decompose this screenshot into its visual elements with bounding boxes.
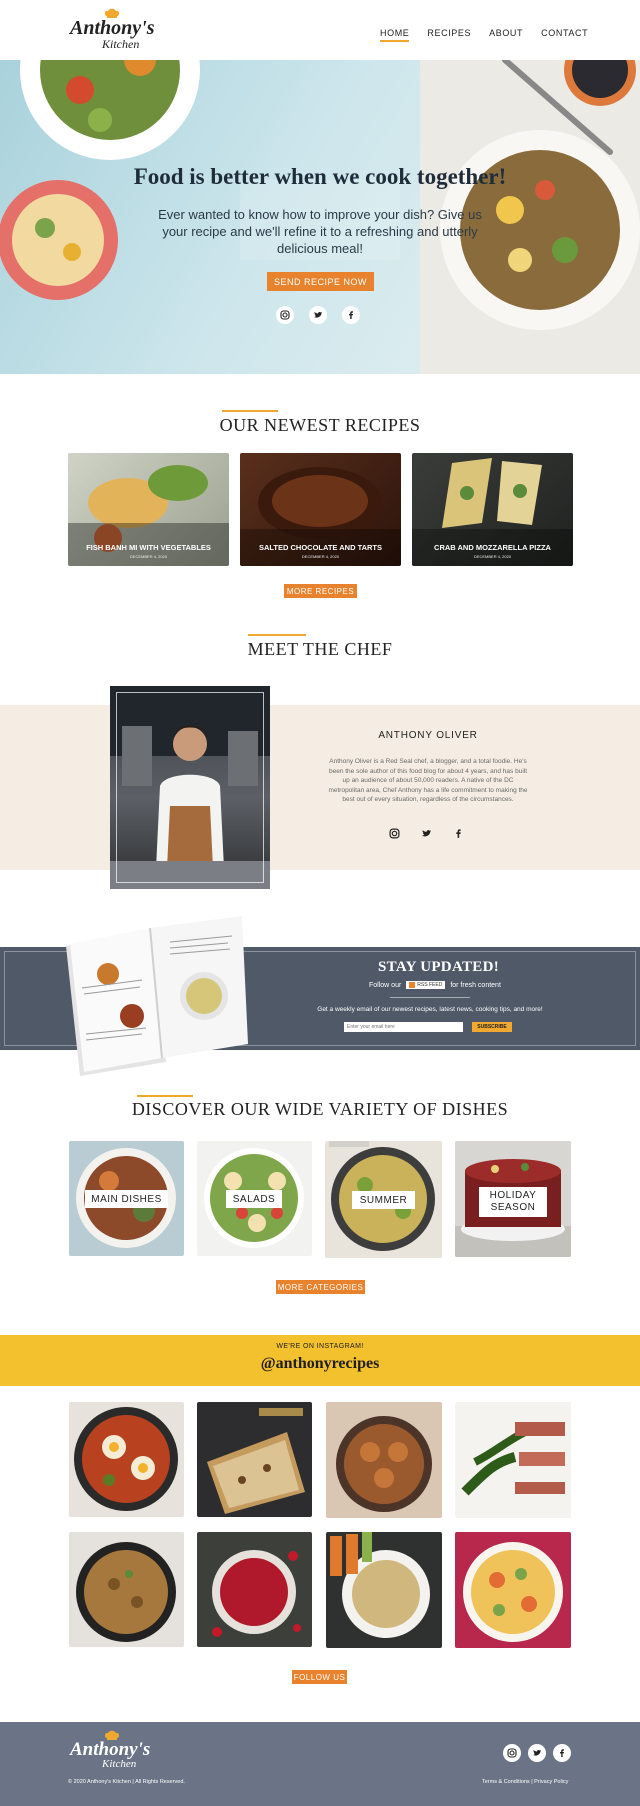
logo[interactable]: Anthony's Kitchen (68, 8, 158, 52)
newsletter-divider (390, 997, 470, 998)
more-categories-button[interactable]: MORE CATEGORIES (276, 1280, 365, 1294)
send-recipe-button[interactable]: SEND RECIPE NOW (267, 272, 374, 291)
rss-icon (409, 982, 416, 988)
chef-social (386, 825, 466, 841)
recipe-card[interactable]: FISH BANH MI WITH VEGETABLES DECEMBER 4,… (68, 453, 229, 566)
instagram-photo[interactable] (455, 1532, 571, 1648)
instagram-icon[interactable] (386, 825, 402, 841)
follow-suffix: for fresh content (450, 981, 501, 989)
category-label: MAIN DISHES (85, 1190, 168, 1208)
newsletter-follow: Follow our RSS FEED for fresh content (369, 981, 501, 989)
site-header: Anthony's Kitchen HOME RECIPES ABOUT CON… (0, 0, 640, 60)
recipe-name: CRAB AND MOZZARELLA PIZZA (434, 543, 551, 552)
hero-title: Food is better when we cook together! (133, 164, 507, 189)
hero: Food is better when we cook together! Ev… (0, 60, 640, 374)
rss-badge[interactable]: RSS FEED (406, 981, 446, 989)
recipe-date: DECEMBER 4, 2020 (301, 554, 340, 559)
nav-about[interactable]: ABOUT (489, 28, 523, 38)
facebook-icon[interactable] (342, 306, 360, 324)
nav-contact[interactable]: CONTACT (541, 28, 588, 38)
chef-name: ANTHONY OLIVER (378, 730, 478, 741)
footer-social (503, 1744, 571, 1762)
footer-logo[interactable]: Anthony's Kitchen (68, 1730, 158, 1772)
newest-title: OUR NEWEST RECIPES (219, 415, 421, 435)
footer-links[interactable]: Terms & Conditions | Privacy Policy (482, 1779, 568, 1785)
dishes-rule (137, 1095, 193, 1097)
twitter-icon[interactable] (418, 825, 434, 841)
chef-bio: Anthony Oliver is a Red Seal chef, a blo… (328, 758, 528, 803)
newsletter-title: STAY UPDATED! (378, 959, 499, 975)
recipe-name: FISH BANH MI WITH VEGETABLES (86, 543, 211, 552)
recipe-date: DECEMBER 4, 2020 (129, 554, 168, 559)
email-input[interactable] (344, 1022, 463, 1032)
chef-section-title: MEET THE CHEF (247, 639, 393, 659)
logo-line2: Kitchen (102, 37, 140, 51)
instagram-icon[interactable] (503, 1744, 521, 1762)
follow-prefix: Follow our (369, 981, 402, 989)
site-footer: Anthony's Kitchen © 2020 Anthony's Kitch… (0, 1722, 640, 1806)
instagram-handle[interactable]: @anthonyrecipes (0, 1355, 640, 1373)
facebook-icon[interactable] (450, 825, 466, 841)
category-label: SUMMER (352, 1191, 415, 1209)
rss-badge-label: RSS FEED (417, 982, 443, 988)
newest-rule (222, 410, 278, 412)
instagram-photo[interactable] (69, 1402, 184, 1517)
category-tile[interactable]: MAIN DISHES (69, 1141, 184, 1256)
nav-home[interactable]: HOME (380, 28, 410, 42)
instagram-photo[interactable] (326, 1402, 442, 1518)
nav-home-label: HOME (380, 28, 410, 38)
dishes-title: DISCOVER OUR WIDE VARIETY OF DISHES (131, 1099, 509, 1119)
follow-us-button[interactable]: FOLLOW US (292, 1670, 347, 1684)
chef-photo (110, 686, 270, 889)
hero-subtitle: Ever wanted to know how to improve your … (158, 207, 482, 256)
cookbook-image (62, 916, 252, 1076)
recipe-name: SALTED CHOCOLATE AND TARTS (258, 543, 383, 552)
hero-social (276, 306, 360, 324)
recipe-card[interactable]: CRAB AND MOZZARELLA PIZZA DECEMBER 4, 20… (412, 453, 573, 566)
instagram-photo[interactable] (326, 1532, 442, 1648)
category-label: SALADS (226, 1190, 282, 1208)
twitter-icon[interactable] (309, 306, 327, 324)
nav-active-underline (380, 40, 410, 42)
recipe-card[interactable]: SALTED CHOCOLATE AND TARTS DECEMBER 4, 2… (240, 453, 401, 566)
instagram-icon[interactable] (276, 306, 294, 324)
category-tile[interactable]: SALADS (197, 1141, 312, 1256)
category-label: HOLIDAY SEASON (479, 1187, 547, 1217)
facebook-icon[interactable] (553, 1744, 571, 1762)
instagram-photo[interactable] (197, 1532, 312, 1647)
twitter-icon[interactable] (528, 1744, 546, 1762)
instagram-photo[interactable] (455, 1402, 571, 1518)
recipe-date: DECEMBER 4, 2020 (473, 554, 512, 559)
category-tile[interactable]: HOLIDAY SEASON (455, 1141, 571, 1257)
footer-copyright: © 2020 Anthony's Kitchen | All Rights Re… (68, 1779, 185, 1785)
newsletter-description: Get a weekly email of our newest recipes… (317, 1006, 543, 1013)
instagram-photo[interactable] (69, 1532, 184, 1647)
footer-logo-line2: Kitchen (102, 1758, 137, 1770)
instagram-kicker: WE'RE ON INSTAGRAM! (276, 1343, 364, 1350)
chef-band (0, 705, 640, 870)
chef-rule (248, 634, 306, 636)
main-nav: HOME RECIPES ABOUT CONTACT (380, 28, 588, 42)
nav-recipes[interactable]: RECIPES (427, 28, 471, 38)
more-recipes-button[interactable]: MORE RECIPES (284, 584, 357, 598)
instagram-photo[interactable] (197, 1402, 312, 1517)
category-tile[interactable]: SUMMER (325, 1141, 442, 1258)
subscribe-button[interactable]: SUBSCRIBE (472, 1022, 512, 1032)
chef-photo-frame (116, 692, 264, 883)
